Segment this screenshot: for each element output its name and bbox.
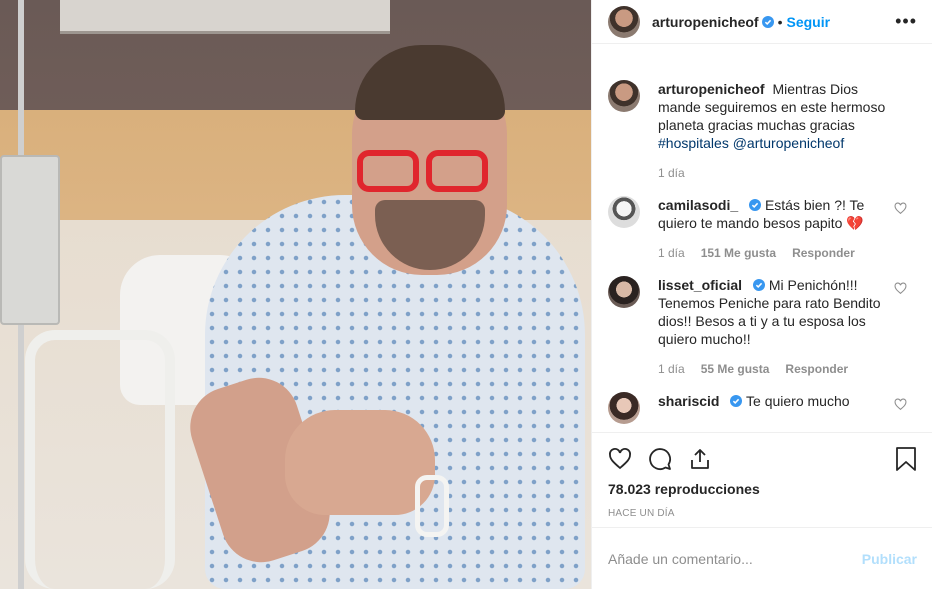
comment-time[interactable]: 1 día: [658, 244, 685, 262]
comment-time[interactable]: 1 día: [658, 360, 685, 378]
more-icon[interactable]: •••: [895, 12, 917, 30]
share-icon[interactable]: [688, 447, 712, 471]
iv-pump: [0, 155, 60, 325]
bed-rail: [25, 330, 175, 589]
avatar[interactable]: [608, 196, 640, 228]
bookmark-icon[interactable]: [895, 446, 917, 472]
clasped-hands: [285, 410, 435, 515]
reply-button[interactable]: Responder: [785, 360, 848, 378]
heart-icon[interactable]: [894, 202, 907, 215]
verified-icon: [749, 199, 762, 211]
post-time[interactable]: HACE UN DÍA: [608, 508, 917, 519]
caption: arturopenicheof Mientras Dios mande segu…: [608, 80, 917, 182]
comment-input[interactable]: [608, 550, 862, 567]
wrist-band: [415, 475, 449, 537]
caption-time[interactable]: 1 día: [658, 164, 685, 182]
separator: •: [777, 13, 783, 30]
mention-link[interactable]: @arturopenicheof: [733, 135, 845, 151]
header-username[interactable]: arturopenicheof: [652, 14, 759, 30]
heart-icon[interactable]: [894, 282, 907, 295]
comment-text: Te quiero mucho: [746, 393, 850, 409]
avatar[interactable]: [608, 276, 640, 308]
verified-icon: [761, 15, 774, 28]
comment-item: lisset_oficial Mi Penichón!!! Tenemos Pe…: [608, 276, 917, 378]
post-sidebar: arturopenicheof • Seguir ••• arturopenic…: [591, 0, 932, 589]
add-comment-bar: Publicar: [592, 527, 932, 589]
comment-username[interactable]: camilasodi_: [658, 197, 738, 213]
avatar[interactable]: [608, 5, 640, 38]
comments-list[interactable]: arturopenicheof Mientras Dios mande segu…: [592, 60, 932, 432]
reply-button[interactable]: Responder: [792, 244, 855, 262]
action-bar: 78.023 reproducciones HACE UN DÍA: [592, 432, 932, 519]
avatar[interactable]: [608, 392, 640, 424]
comment-item: camilasodi_ Estás bien ?! Te quiero te m…: [608, 196, 917, 262]
comment-likes[interactable]: 151 Me gusta: [701, 244, 776, 262]
ceiling-lamp: [60, 0, 390, 34]
verified-icon: [730, 395, 743, 407]
post-header: arturopenicheof • Seguir •••: [592, 0, 932, 44]
glasses-right-lens: [426, 150, 488, 192]
avatar[interactable]: [608, 80, 640, 112]
follow-button[interactable]: Seguir: [786, 14, 830, 30]
caption-username[interactable]: arturopenicheof: [658, 81, 765, 97]
hashtag-link[interactable]: #hospitales: [658, 135, 729, 151]
glasses-left-lens: [357, 150, 419, 192]
heart-icon[interactable]: [608, 447, 632, 471]
comment-username[interactable]: lisset_oficial: [658, 277, 742, 293]
hair: [355, 45, 505, 120]
comment-username[interactable]: shariscid: [658, 393, 719, 409]
video-media[interactable]: [0, 0, 591, 589]
publish-button[interactable]: Publicar: [862, 551, 917, 567]
comment-item: shariscid Te quiero mucho: [608, 392, 917, 424]
view-count[interactable]: 78.023 reproducciones: [608, 481, 917, 497]
heart-icon[interactable]: [894, 398, 907, 411]
verified-icon: [752, 279, 765, 291]
post-container: arturopenicheof • Seguir ••• arturopenic…: [0, 0, 932, 589]
comment-icon[interactable]: [648, 447, 672, 471]
comment-likes[interactable]: 55 Me gusta: [701, 360, 770, 378]
